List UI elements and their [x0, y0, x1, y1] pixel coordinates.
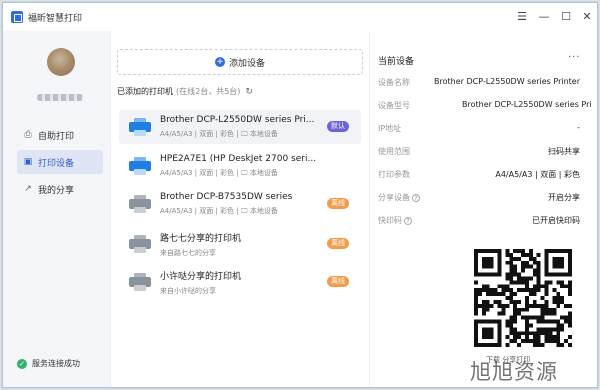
- label-text: 分享设备: [378, 193, 410, 202]
- minimize-icon[interactable]: —: [535, 7, 553, 25]
- sidebar-item-my-shares[interactable]: ↗ 我的分享: [17, 177, 103, 201]
- detail-label: 使用范围: [378, 147, 410, 156]
- offline-badge: 离线: [327, 276, 349, 287]
- printer-icon: [129, 117, 151, 137]
- printer-meta: 来自小许哒的分享: [160, 286, 216, 295]
- printer-row[interactable]: Brother DCP-B7535DW series A4/A5/A3 | 双面…: [119, 187, 361, 221]
- check-circle-icon: ✓: [17, 358, 27, 369]
- app-title: 福昕智慧打印: [28, 14, 83, 24]
- detail-row-scope: 使用范围 扫码共享: [378, 146, 580, 160]
- detail-label: 设备名称: [378, 78, 410, 87]
- detail-row-share-device: 分享设备? 开启分享: [378, 192, 580, 206]
- detail-label: 设备型号: [378, 101, 410, 110]
- printer-icon: ▣: [23, 157, 33, 167]
- maximize-icon[interactable]: ☐: [557, 7, 575, 25]
- detail-label: 快印码?: [378, 215, 412, 226]
- label-text: 快印码: [378, 216, 402, 225]
- detail-row-device-name: 设备名称 Brother DCP-L2550DW series Printer: [378, 77, 580, 91]
- sidebar-item-printers[interactable]: ▣ 打印设备: [17, 150, 103, 174]
- sidebar: ⎙ 自助打印 ▣ 打印设备 ↗ 我的分享 ✓ 服务连接成功: [3, 31, 111, 387]
- printer-name: 路七七分享的打印机: [160, 233, 242, 244]
- details-title: 当前设备: [378, 57, 415, 67]
- printer-icon: [129, 156, 151, 176]
- add-device-button[interactable]: + 添加设备: [117, 49, 363, 75]
- title-bar: 福昕智慧打印 ☰ — ☐ ✕: [3, 3, 597, 31]
- printer-row[interactable]: HPE2A7E1 (HP DeskJet 2700 seri... A4/A5/…: [119, 149, 361, 183]
- sidebar-item-label: 自助打印: [38, 131, 75, 142]
- help-icon[interactable]: ?: [412, 194, 420, 202]
- detail-row-quick-code: 快印码? 已开启快印码: [378, 215, 580, 229]
- sidebar-item-label: 打印设备: [38, 158, 75, 169]
- plus-icon: +: [214, 57, 225, 67]
- list-title: 已添加的打印机: [117, 87, 173, 96]
- detail-value: A4/A5/A3 | 双面 | 彩色: [495, 170, 580, 179]
- printer-row[interactable]: Brother DCP-L2550DW series Pri... A4/A5/…: [119, 110, 361, 144]
- detail-label: 打印参数: [378, 170, 410, 179]
- detail-label: IP地址: [378, 124, 402, 133]
- detail-label: 分享设备?: [378, 192, 420, 203]
- list-header: 已添加的打印机 (在线2台，共5台) ↻: [117, 86, 253, 97]
- printer-name: HPE2A7E1 (HP DeskJet 2700 seri...: [160, 154, 317, 164]
- detail-row-device-model: 设备型号 Brother DCP-L2550DW series Printer: [378, 100, 592, 114]
- detail-value[interactable]: 扫码共享: [548, 146, 580, 157]
- printer-meta: 来自路七七的分享: [160, 248, 216, 257]
- printer-icon: [129, 234, 151, 254]
- printer-name: Brother DCP-B7535DW series: [160, 192, 293, 202]
- app-window: 福昕智慧打印 ☰ — ☐ ✕ ⎙ 自助打印 ▣ 打印设备 ↗ 我的分享 ✓ 服务…: [2, 2, 598, 388]
- printer-name: Brother DCP-L2550DW series Pri...: [160, 115, 315, 125]
- detail-row-print-params: 打印参数 A4/A5/A3 | 双面 | 彩色: [378, 169, 580, 183]
- printer-meta: A4/A5/A3 | 双面 | 彩色 | 🖵 本地设备: [160, 169, 278, 177]
- detail-value: Brother DCP-L2550DW series Printer: [462, 100, 592, 109]
- help-icon[interactable]: ?: [404, 217, 412, 225]
- share-icon: ↗: [24, 184, 32, 194]
- avatar[interactable]: [47, 48, 75, 76]
- detail-value[interactable]: 开启分享: [548, 192, 580, 203]
- status-text: 服务连接成功: [32, 359, 80, 368]
- close-icon[interactable]: ✕: [578, 7, 596, 25]
- detail-value: Brother DCP-L2550DW series Printer: [433, 77, 580, 86]
- connection-status: ✓ 服务连接成功: [17, 358, 80, 369]
- sidebar-item-label: 我的分享: [38, 185, 75, 196]
- printer-list-panel: + 添加设备 已添加的打印机 (在线2台，共5台) ↻ Brother DCP-…: [111, 31, 369, 387]
- printer-icon: [129, 272, 151, 292]
- default-badge: 默认: [327, 121, 349, 132]
- qr-code: [470, 245, 576, 351]
- sidebar-item-self-print[interactable]: ⎙ 自助打印: [17, 123, 103, 147]
- menu-icon[interactable]: ☰: [513, 7, 531, 25]
- list-subtitle: (在线2台，共5台): [176, 87, 241, 96]
- qr-code-image: [474, 249, 572, 347]
- offline-badge: 离线: [327, 238, 349, 249]
- detail-row-ip: IP地址 -: [378, 123, 580, 137]
- add-device-label: 添加设备: [228, 58, 265, 69]
- device-details-panel: 当前设备 ··· 设备名称 Brother DCP-L2550DW series…: [369, 31, 597, 387]
- printer-row[interactable]: 路七七分享的打印机 来自路七七的分享 离线: [119, 227, 361, 261]
- printer-name: 小许哒分享的打印机: [160, 271, 242, 282]
- printer-row[interactable]: 小许哒分享的打印机 来自小许哒的分享 离线: [119, 265, 361, 299]
- detail-value[interactable]: 已开启快印码: [532, 215, 580, 226]
- offline-badge: 离线: [327, 198, 349, 209]
- printer-monitor-icon: ⎙: [24, 130, 32, 140]
- app-logo-icon: [11, 11, 23, 23]
- printer-icon: [129, 194, 151, 214]
- detail-value: -: [577, 123, 580, 132]
- refresh-icon[interactable]: ↻: [245, 87, 253, 97]
- watermark: 旭旭资源: [470, 360, 558, 384]
- more-options-icon[interactable]: ···: [568, 52, 581, 63]
- username-blurred: [37, 94, 83, 101]
